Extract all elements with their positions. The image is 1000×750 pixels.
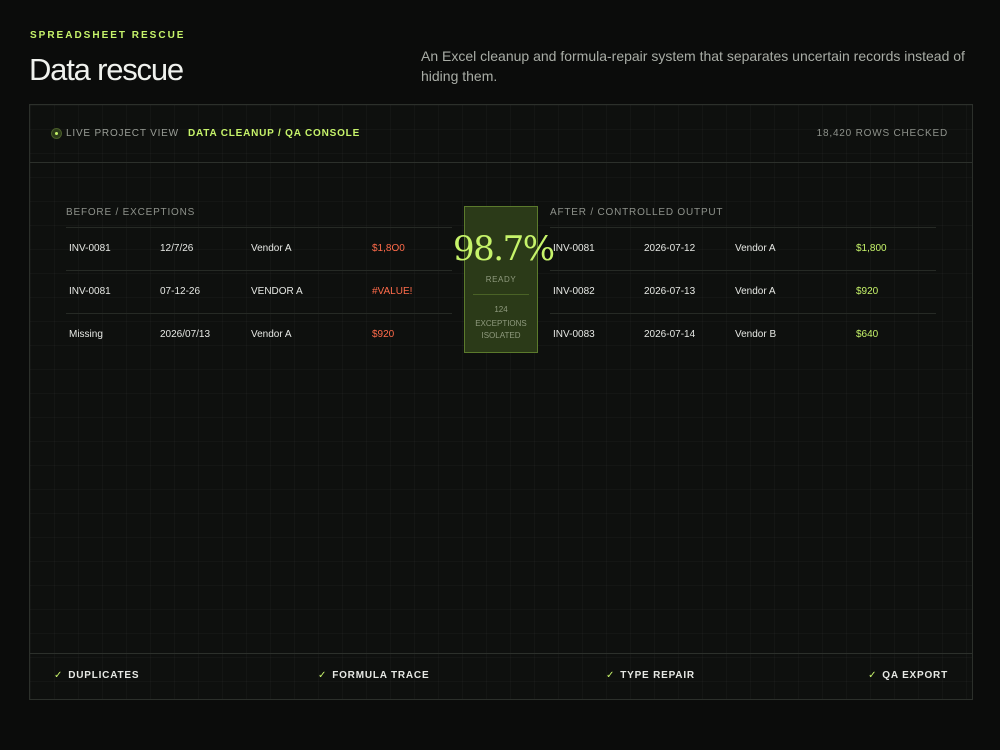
exceptions-count: 124 bbox=[494, 305, 508, 314]
table-row: Missing 2026/07/13 Vendor A $920 bbox=[66, 314, 452, 357]
checkmark-icon: ✓ bbox=[606, 670, 616, 681]
score-divider bbox=[473, 294, 529, 295]
invoice-id: INV-0082 bbox=[553, 286, 595, 297]
check-label: TYPE REPAIR bbox=[620, 670, 695, 681]
console-title: DATA CLEANUP / QA CONSOLE bbox=[188, 128, 361, 139]
invoice-date: 2026/07/13 bbox=[160, 329, 211, 340]
exceptions-note: EXCEPTIONS ISOLATED bbox=[475, 319, 527, 340]
vendor-name: Vendor A bbox=[735, 243, 776, 254]
before-table: INV-0081 12/7/26 Vendor A $1,8O0 INV-008… bbox=[66, 227, 452, 357]
check-qa-export: ✓ QA EXPORT bbox=[868, 670, 948, 681]
qa-checks-footer: ✓ DUPLICATES ✓ FORMULA TRACE ✓ TYPE REPAIR … bbox=[30, 653, 972, 699]
amount-value: $920 bbox=[856, 286, 879, 297]
intro-text: An Excel cleanup and formula-repair syst… bbox=[421, 48, 965, 84]
rows-checked-count: 18,420 ROWS CHECKED bbox=[816, 128, 948, 139]
amount-value: $1,800 bbox=[856, 243, 887, 254]
invoice-date: 12/7/26 bbox=[160, 243, 194, 254]
table-row: INV-0081 07-12-26 VENDOR A #VALUE! bbox=[66, 271, 452, 314]
page-title: Data rescue bbox=[29, 52, 184, 87]
invoice-id: INV-0083 bbox=[553, 329, 595, 340]
vendor-name: VENDOR A bbox=[251, 286, 303, 297]
invoice-date: 2026-07-12 bbox=[644, 243, 696, 254]
check-formula-trace: ✓ FORMULA TRACE bbox=[318, 670, 429, 681]
checkmark-icon: ✓ bbox=[54, 670, 64, 681]
table-row: INV-0081 12/7/26 Vendor A $1,8O0 bbox=[66, 228, 452, 271]
amount-value: #VALUE! bbox=[372, 286, 413, 297]
page: SPREADSHEET RESCUE Data rescue An Excel … bbox=[0, 0, 1000, 750]
checkmark-icon: ✓ bbox=[318, 670, 328, 681]
readiness-status: READY bbox=[485, 275, 517, 284]
after-section-label: AFTER / CONTROLLED OUTPUT bbox=[550, 207, 724, 218]
table-row: INV-0082 2026-07-13 Vendor A $920 bbox=[550, 271, 936, 314]
before-section-label: BEFORE / EXCEPTIONS bbox=[66, 207, 196, 218]
readiness-score-card: 98.7% READY 124 EXCEPTIONS ISOLATED bbox=[453, 206, 555, 353]
invoice-id: INV-0081 bbox=[69, 286, 111, 297]
invoice-id: INV-0081 bbox=[69, 243, 111, 254]
table-row: INV-0081 2026-07-12 Vendor A $1,800 bbox=[550, 228, 936, 271]
amount-value: $1,8O0 bbox=[372, 243, 405, 254]
amount-value: $920 bbox=[372, 329, 395, 340]
invoice-date: 2026-07-14 bbox=[644, 329, 696, 340]
vendor-name: Vendor A bbox=[251, 243, 292, 254]
readiness-score: 98.7% bbox=[453, 229, 555, 269]
vendor-name: Vendor A bbox=[735, 286, 776, 297]
invoice-date: 2026-07-13 bbox=[644, 286, 696, 297]
check-label: FORMULA TRACE bbox=[332, 670, 430, 681]
vendor-name: Vendor B bbox=[735, 329, 777, 340]
console-header: LIVE PROJECT VIEW DATA CLEANUP / QA CONS… bbox=[30, 105, 972, 163]
eyebrow-label: SPREADSHEET RESCUE bbox=[30, 30, 186, 41]
console-panel: LIVE PROJECT VIEW DATA CLEANUP / QA CONS… bbox=[29, 104, 973, 700]
invoice-id: Missing bbox=[69, 329, 103, 340]
check-label: QA EXPORT bbox=[882, 670, 948, 681]
invoice-id: INV-0081 bbox=[553, 243, 595, 254]
after-table: INV-0081 2026-07-12 Vendor A $1,800 INV-… bbox=[550, 227, 936, 357]
checkmark-icon: ✓ bbox=[868, 670, 878, 681]
live-indicator-icon bbox=[51, 128, 62, 139]
amount-value: $640 bbox=[856, 329, 879, 340]
live-project-label: LIVE PROJECT VIEW bbox=[66, 128, 179, 139]
vendor-name: Vendor A bbox=[251, 329, 292, 340]
check-label: DUPLICATES bbox=[68, 670, 140, 681]
invoice-date: 07-12-26 bbox=[160, 286, 201, 297]
table-row: INV-0083 2026-07-14 Vendor B $640 bbox=[550, 314, 936, 357]
check-duplicates: ✓ DUPLICATES bbox=[54, 670, 139, 681]
check-type-repair: ✓ TYPE REPAIR bbox=[606, 670, 695, 681]
